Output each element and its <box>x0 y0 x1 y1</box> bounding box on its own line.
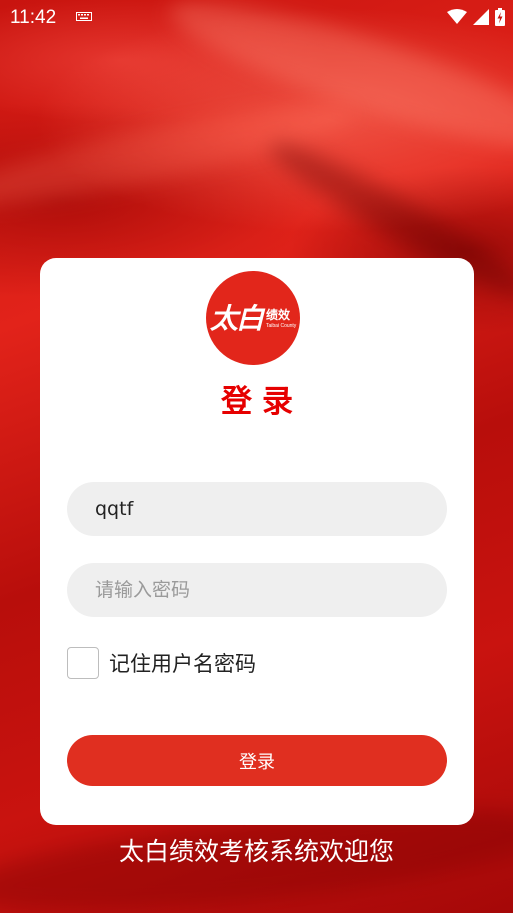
logo-sub-text: Taibai County <box>266 323 297 329</box>
password-input[interactable] <box>67 563 447 617</box>
page-title: 登录 <box>221 384 303 420</box>
remember-label[interactable]: 记住用户名密码 <box>109 648 256 678</box>
username-input[interactable] <box>67 482 447 536</box>
welcome-text: 太白绩效考核系统欢迎您 <box>118 837 394 866</box>
login-button[interactable]: 登录 <box>67 735 447 786</box>
app-logo: 太白 绩效 Taibai County <box>206 271 300 365</box>
signal-icon <box>473 9 489 25</box>
login-screen: 11:42 太白 绩效 Taibai County 登录 qqtf 记住用户名密… <box>0 0 513 913</box>
logo-side-text: 绩效 <box>266 308 291 322</box>
status-bar: 11:42 <box>0 0 513 34</box>
remember-credentials[interactable]: 记住用户名密码 <box>67 647 256 679</box>
status-time: 11:42 <box>10 7 57 28</box>
keyboard-icon <box>76 12 92 21</box>
wifi-icon <box>447 9 467 24</box>
status-icons <box>447 8 505 26</box>
remember-checkbox[interactable] <box>67 647 99 679</box>
logo-main-text: 太白 <box>210 302 264 335</box>
battery-charging-icon <box>495 8 505 26</box>
login-card: 太白 绩效 Taibai County 登录 记住用户名密码 登录 <box>40 258 474 825</box>
